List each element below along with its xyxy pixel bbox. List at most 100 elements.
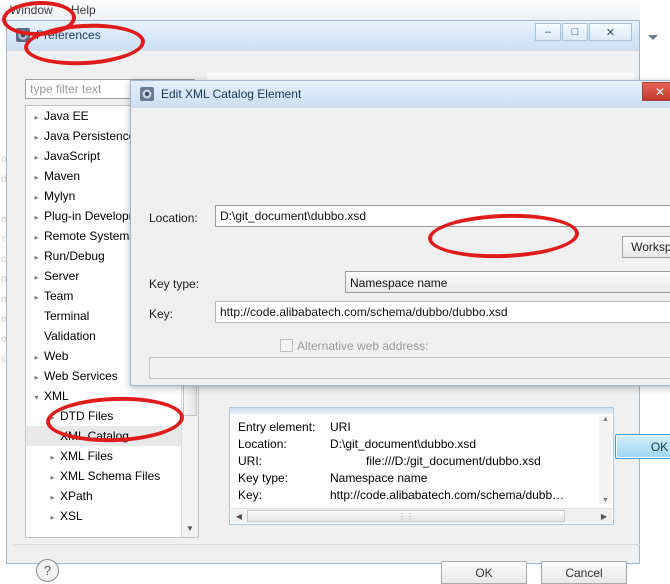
sidebar-item-label: XML Files bbox=[60, 449, 113, 463]
sidebar-item-xsl[interactable]: ▸ XSL bbox=[26, 506, 198, 526]
sidebar-item-xpath[interactable]: ▸ XPath bbox=[26, 486, 198, 506]
sidebar-item-label: Web bbox=[44, 349, 69, 363]
menu-item-window[interactable]: Window bbox=[5, 2, 58, 19]
window-dropdown-chevron-icon[interactable] bbox=[646, 30, 660, 44]
footer-divider bbox=[14, 544, 640, 545]
detail-label: Key: bbox=[238, 488, 263, 502]
sidebar-item-label: XML bbox=[44, 389, 69, 403]
detail-value: http://code.alibabatech.com/schema/dubb… bbox=[330, 488, 565, 502]
sidebar-item-label: Run/Debug bbox=[44, 249, 105, 263]
detail-row: Entry element: URI bbox=[238, 419, 351, 436]
details-scroll-right-icon[interactable]: ▶ bbox=[597, 510, 611, 522]
sidebar-item-label: XML Catalog bbox=[60, 429, 129, 443]
twisty-collapsed-icon[interactable]: ▸ bbox=[48, 448, 57, 468]
dialog-ok-button[interactable]: OK bbox=[615, 434, 670, 459]
sidebar-item-xml-schema-files[interactable]: ▸ XML Schema Files bbox=[26, 466, 198, 486]
preferences-cancel-button[interactable]: Cancel bbox=[541, 561, 627, 584]
catalog-entry-details-panel: ▲ ▼ ◀ ▶ ⋮⋮ Entry element: URI Location: D:\… bbox=[229, 407, 614, 525]
key-label: Key: bbox=[149, 307, 174, 321]
key-type-select[interactable]: Namespace name bbox=[345, 271, 670, 293]
menu-item-help[interactable]: Help bbox=[66, 2, 101, 19]
sidebar-item-label: XML Schema Files bbox=[60, 469, 161, 483]
details-panel-strip bbox=[230, 408, 613, 414]
twisty-collapsed-icon[interactable]: ▸ bbox=[48, 488, 57, 508]
twisty-collapsed-icon[interactable]: ▸ bbox=[32, 108, 41, 128]
maximize-button[interactable]: □ bbox=[562, 23, 588, 41]
twisty-collapsed-icon[interactable]: ▸ bbox=[32, 128, 41, 148]
twisty-expanded-icon[interactable]: ▾ bbox=[32, 388, 41, 408]
sidebar-item-label: XPath bbox=[60, 489, 93, 503]
sidebar-item-label: Java Persistence bbox=[44, 129, 136, 143]
twisty-collapsed-icon[interactable]: ▸ bbox=[32, 348, 41, 368]
preferences-titlebar[interactable]: Preferences – □ ✕ bbox=[7, 21, 639, 51]
twisty-collapsed-icon[interactable]: ▸ bbox=[48, 408, 57, 428]
twisty-collapsed-icon[interactable]: ▸ bbox=[32, 368, 41, 388]
detail-value: Namespace name bbox=[330, 471, 428, 485]
sidebar-item-label: Mylyn bbox=[44, 189, 76, 203]
detail-value: file:///D:/git_document/dubbo.xsd bbox=[366, 454, 541, 468]
twisty-collapsed-icon[interactable]: ▸ bbox=[48, 468, 57, 488]
sidebar-item-label: XSL bbox=[60, 509, 83, 523]
close-icon: ✕ bbox=[605, 26, 616, 39]
sidebar-item-label: Terminal bbox=[44, 309, 90, 323]
twisty-collapsed-icon[interactable]: ▸ bbox=[32, 228, 41, 248]
detail-label: Location: bbox=[238, 437, 287, 451]
sidebar-item-xml[interactable]: ▾ XML bbox=[26, 386, 198, 406]
twisty-collapsed-icon[interactable]: ▸ bbox=[32, 208, 41, 228]
detail-label: Key type: bbox=[238, 471, 289, 485]
key-type-label: Key type: bbox=[149, 277, 200, 291]
maximize-icon: □ bbox=[571, 26, 579, 38]
details-scroll-up-icon[interactable]: ▲ bbox=[599, 416, 612, 423]
twisty-collapsed-icon[interactable]: ▸ bbox=[48, 508, 57, 528]
close-button[interactable]: ✕ bbox=[589, 23, 632, 41]
details-scroll-left-icon[interactable]: ◀ bbox=[232, 510, 246, 522]
detail-row: Key: http://code.alibabatech.com/schema/d… bbox=[238, 487, 564, 504]
dialog-close-button[interactable]: ✕ bbox=[642, 82, 670, 101]
sidebar-item-label: DTD Files bbox=[60, 409, 114, 423]
minimize-icon: – bbox=[544, 26, 552, 38]
location-label: Location: bbox=[149, 211, 198, 225]
sidebar-item-xml-files[interactable]: ▸ XML Files bbox=[26, 446, 198, 466]
sidebar-item-label: Java EE bbox=[44, 109, 89, 123]
edit-xml-catalog-element-dialog: Edit XML Catalog Element ✕ Location: D:\… bbox=[130, 80, 670, 459]
preferences-gear-icon bbox=[16, 28, 30, 42]
xml-catalog-icon bbox=[140, 87, 154, 101]
dialog-title: Edit XML Catalog Element bbox=[161, 87, 302, 101]
twisty-collapsed-icon[interactable]: ▸ bbox=[32, 248, 41, 268]
minimize-button[interactable]: – bbox=[535, 23, 561, 41]
tree-scroll-down-icon[interactable]: ▼ bbox=[183, 521, 197, 536]
detail-label: Entry element: bbox=[238, 420, 316, 434]
twisty-collapsed-icon[interactable]: ▸ bbox=[32, 268, 41, 288]
detail-row: Location: D:\git_document\dubbo.xsd bbox=[238, 436, 476, 453]
twisty-collapsed-icon[interactable]: ▸ bbox=[32, 148, 41, 168]
preferences-title: Preferences bbox=[36, 28, 101, 42]
key-input[interactable]: http://code.alibabatech.com/schema/dubbo… bbox=[215, 301, 670, 323]
details-vertical-scrollbar[interactable]: ▲ ▼ bbox=[599, 416, 612, 504]
details-scroll-down-icon[interactable]: ▼ bbox=[599, 497, 612, 504]
menu-bar: Window Help bbox=[0, 0, 640, 21]
sidebar-item-label: Team bbox=[44, 289, 74, 303]
alternative-web-address-input bbox=[149, 357, 670, 379]
help-icon[interactable]: ? bbox=[36, 559, 59, 582]
twisty-collapsed-icon[interactable]: ▸ bbox=[32, 288, 41, 308]
detail-row: Key type: Namespace name bbox=[238, 470, 427, 487]
sidebar-item-dtd-files[interactable]: ▸ DTD Files bbox=[26, 406, 198, 426]
detail-value: URI bbox=[330, 420, 351, 434]
workspace-button[interactable]: Workspace... bbox=[622, 236, 670, 258]
detail-value: D:\git_document\dubbo.xsd bbox=[330, 437, 477, 451]
detail-row: URI: file:///D:/git_document/dubbo.xsd bbox=[238, 453, 541, 470]
sidebar-item-label: Maven bbox=[44, 169, 81, 183]
alternative-web-address-checkbox[interactable] bbox=[280, 339, 293, 352]
location-input[interactable]: D:\git_document\dubbo.xsd bbox=[215, 205, 670, 227]
twisty-collapsed-icon[interactable]: ▸ bbox=[32, 168, 41, 188]
dialog-titlebar[interactable]: Edit XML Catalog Element ✕ bbox=[131, 81, 670, 108]
details-horizontal-scrollbar[interactable]: ◀ ▶ ⋮⋮ bbox=[231, 508, 612, 523]
details-hscroll-thumb[interactable]: ⋮⋮ bbox=[247, 510, 565, 522]
key-type-value: Namespace name bbox=[350, 276, 448, 290]
sidebar-item-label: Validation bbox=[44, 329, 96, 343]
preferences-ok-button[interactable]: OK bbox=[441, 561, 527, 584]
sidebar-item-label: Web Services bbox=[44, 369, 118, 383]
detail-label: URI: bbox=[238, 454, 262, 468]
sidebar-item-xml-catalog[interactable]: XML Catalog bbox=[26, 426, 198, 446]
twisty-collapsed-icon[interactable]: ▸ bbox=[32, 188, 41, 208]
